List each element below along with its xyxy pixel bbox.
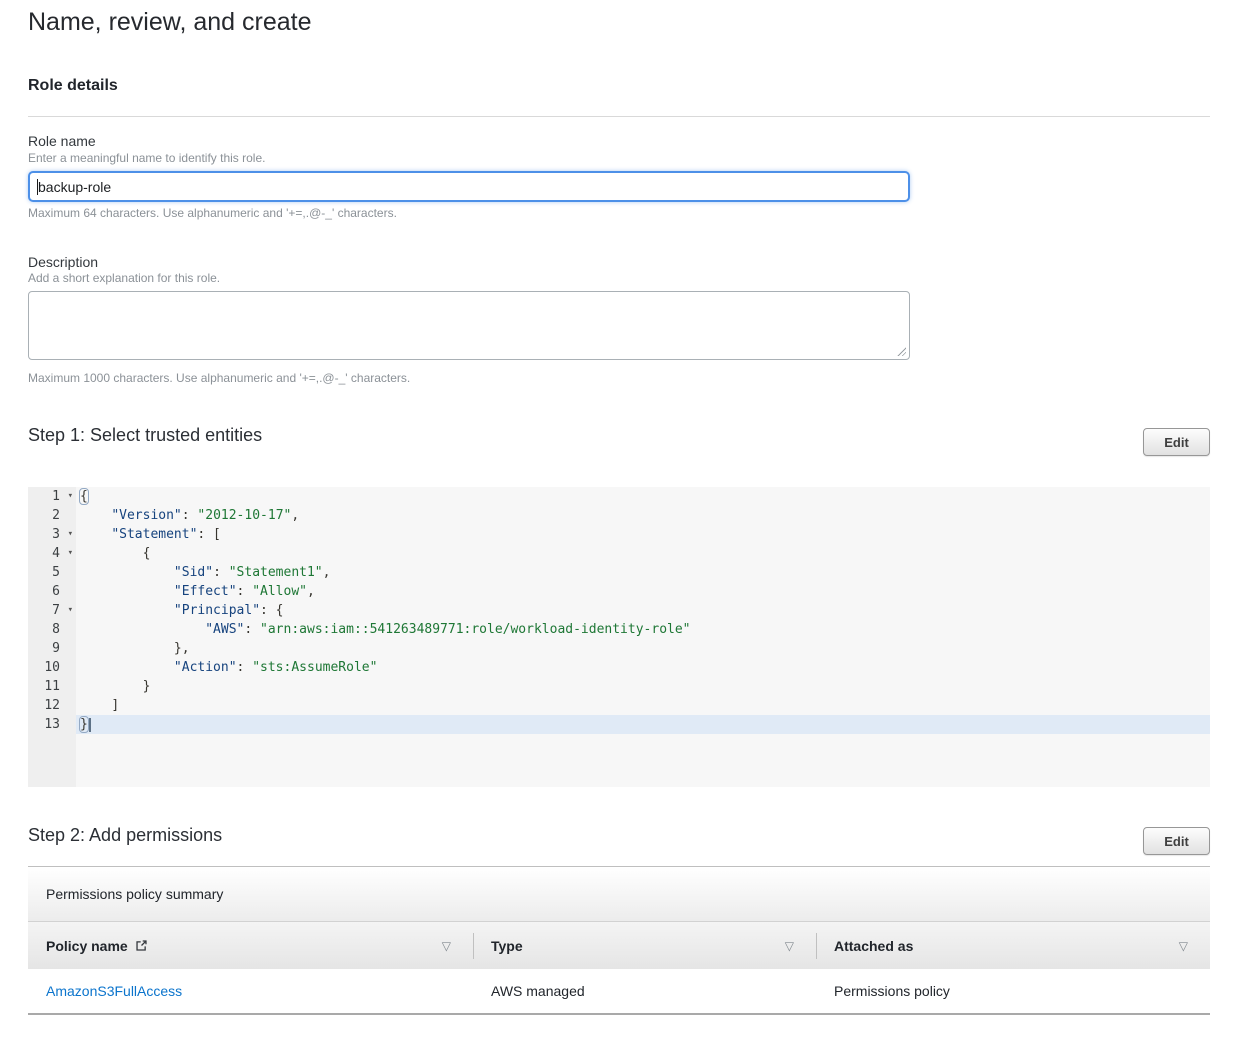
code-line: }: [76, 715, 1210, 734]
editor-line-number: 2: [28, 506, 76, 525]
editor-line-number: 11: [28, 677, 76, 696]
editor-code[interactable]: { "Version": "2012-10-17", "Statement": …: [76, 487, 1210, 734]
edit-permissions-button[interactable]: Edit: [1143, 827, 1210, 855]
code-line: }: [76, 677, 1210, 696]
policy-link[interactable]: AmazonS3FullAccess: [46, 983, 182, 999]
trust-policy-json-editor[interactable]: 1▾23▾4▾567▾8910111213 { "Version": "2012…: [28, 487, 1210, 787]
step2-heading: Step 2: Add permissions: [28, 825, 222, 846]
column-header-type: Type ▽: [473, 922, 816, 969]
fold-toggle-icon[interactable]: ▾: [68, 525, 73, 544]
code-line: "Statement": [: [76, 525, 1210, 544]
role-details-heading: Role details: [28, 77, 118, 95]
text-cursor: [37, 179, 38, 195]
page-title: Name, review, and create: [28, 8, 311, 37]
editor-line-number: 12: [28, 696, 76, 715]
code-line: "Sid": "Statement1",: [76, 563, 1210, 582]
code-line: },: [76, 639, 1210, 658]
editor-line-number: 9: [28, 639, 76, 658]
role-name-help: Enter a meaningful name to identify this…: [28, 151, 265, 165]
name-review-create-page: Name, review, and create Role details Ro…: [0, 0, 1242, 1037]
step1-heading: Step 1: Select trusted entities: [28, 425, 262, 446]
editor-line-number: 13: [28, 715, 76, 734]
role-details-divider: [28, 116, 1210, 117]
description-constraint: Maximum 1000 characters. Use alphanumeri…: [28, 371, 410, 385]
table-row: AmazonS3FullAccess AWS managed Permissio…: [28, 969, 1210, 1015]
filter-icon[interactable]: ▽: [1179, 939, 1188, 953]
code-line: "AWS": "arn:aws:iam::541263489771:role/w…: [76, 620, 1210, 639]
editor-cursor: [89, 718, 91, 732]
policy-name-header-label: Policy name: [46, 938, 128, 954]
permissions-summary-title: Permissions policy summary: [28, 867, 1210, 921]
description-help: Add a short explanation for this role.: [28, 271, 220, 285]
permissions-summary-panel: Permissions policy summary Policy name ▽…: [28, 866, 1210, 1015]
type-header-label: Type: [491, 938, 523, 954]
description-label: Description: [28, 254, 98, 270]
editor-line-number: 7▾: [28, 601, 76, 620]
attached-as-cell: Permissions policy: [816, 969, 1210, 1013]
editor-line-number: 8: [28, 620, 76, 639]
editor-line-number: 6: [28, 582, 76, 601]
code-line: "Effect": "Allow",: [76, 582, 1210, 601]
code-line: {: [76, 544, 1210, 563]
role-name-label: Role name: [28, 133, 96, 149]
role-name-constraint: Maximum 64 characters. Use alphanumeric …: [28, 206, 397, 220]
attached-as-header-label: Attached as: [834, 938, 913, 954]
editor-line-number: 4▾: [28, 544, 76, 563]
code-line: "Action": "sts:AssumeRole": [76, 658, 1210, 677]
external-link-icon: [135, 939, 148, 952]
description-textarea[interactable]: [28, 291, 910, 360]
role-name-input[interactable]: [28, 171, 910, 202]
policy-type-cell: AWS managed: [473, 969, 816, 1013]
code-line: "Principal": {: [76, 601, 1210, 620]
code-line: {: [76, 487, 1210, 506]
editor-line-number: 1▾: [28, 487, 76, 506]
editor-line-number: 3▾: [28, 525, 76, 544]
filter-icon[interactable]: ▽: [785, 939, 794, 953]
permissions-table-header: Policy name ▽ Type ▽ Attached as ▽: [28, 921, 1210, 969]
code-line: "Version": "2012-10-17",: [76, 506, 1210, 525]
editor-gutter: 1▾23▾4▾567▾8910111213: [28, 487, 76, 787]
editor-line-number: 5: [28, 563, 76, 582]
edit-trusted-entities-button[interactable]: Edit: [1143, 428, 1210, 456]
fold-toggle-icon[interactable]: ▾: [68, 544, 73, 563]
policy-name-cell: AmazonS3FullAccess: [28, 969, 473, 1013]
fold-toggle-icon[interactable]: ▾: [68, 601, 73, 620]
code-line: ]: [76, 696, 1210, 715]
editor-line-number: 10: [28, 658, 76, 677]
column-header-policy-name: Policy name ▽: [28, 922, 473, 969]
filter-icon[interactable]: ▽: [442, 939, 451, 953]
column-header-attached-as: Attached as ▽: [816, 922, 1210, 969]
fold-toggle-icon[interactable]: ▾: [68, 487, 73, 506]
